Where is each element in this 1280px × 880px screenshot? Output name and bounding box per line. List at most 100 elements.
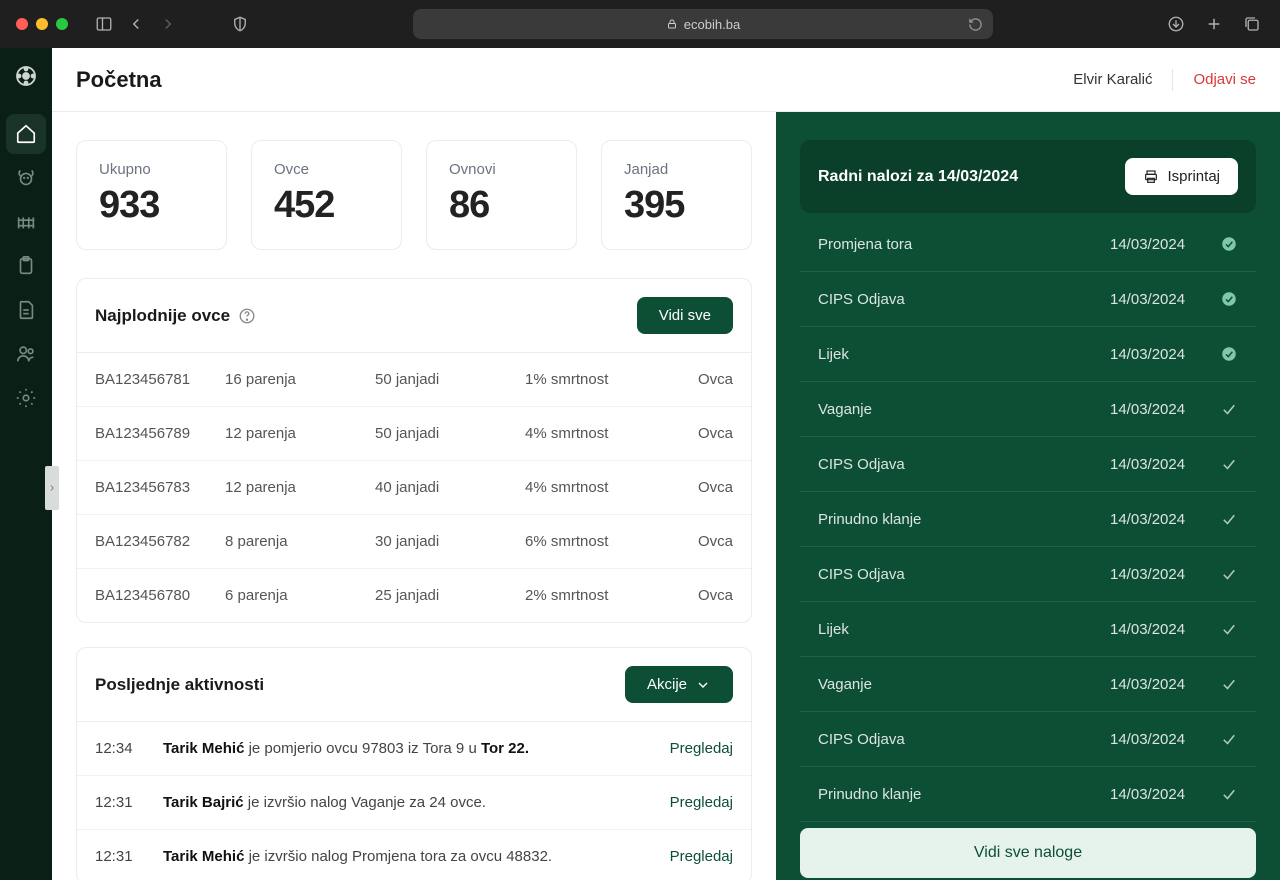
activity-row: 12:34 Tarik Mehić je pomjerio ovcu 97803… [77,722,751,776]
order-date: 14/03/2024 [1110,511,1220,528]
help-icon[interactable] [238,307,256,325]
order-row[interactable]: CIPS Odjava 14/03/2024 [800,712,1256,767]
order-date: 14/03/2024 [1110,731,1220,748]
logout-link[interactable]: Odjavi se [1193,71,1256,88]
print-button[interactable]: Isprintaj [1125,158,1238,195]
url-text: ecobih.ba [684,17,740,32]
order-date: 14/03/2024 [1110,236,1220,253]
orders-title: Radni nalozi za 14/03/2024 [818,168,1018,186]
nav-forward-icon[interactable] [156,12,180,36]
sidebar-item-animals[interactable] [6,158,46,198]
mortality-cell: 1% smrtnost [525,371,675,388]
table-row[interactable]: BA123456780 6 parenja 25 janjadi 2% smrt… [77,569,751,622]
stat-value: 933 [99,184,204,227]
stat-card: Janjad 395 [601,140,752,250]
printer-icon [1143,169,1159,185]
status-pending-icon [1220,510,1238,528]
nav-back-icon[interactable] [124,12,148,36]
sidebar-expand-handle[interactable] [45,466,59,510]
order-row[interactable]: Lijek 14/03/2024 [800,327,1256,382]
table-row[interactable]: BA123456782 8 parenja 30 janjadi 6% smrt… [77,515,751,569]
window-close-icon[interactable] [16,18,28,30]
matings-cell: 8 parenja [225,533,375,550]
order-date: 14/03/2024 [1110,456,1220,473]
url-bar[interactable]: ecobih.ba [413,9,993,39]
order-task: Prinudno klanje [818,511,1110,528]
order-task: Promjena tora [818,236,1110,253]
mortality-cell: 4% smrtnost [525,425,675,442]
sidebar-item-reports[interactable] [6,290,46,330]
order-row[interactable]: Vaganje 14/03/2024 [800,382,1256,437]
activity-row: 12:31 Tarik Bajrić je izvršio nalog Vaga… [77,776,751,830]
order-date: 14/03/2024 [1110,676,1220,693]
new-tab-icon[interactable] [1202,12,1226,36]
stat-value: 395 [624,184,729,227]
matings-cell: 16 parenja [225,371,375,388]
actions-label: Akcije [647,676,687,693]
table-row[interactable]: BA123456789 12 parenja 50 janjadi 4% smr… [77,407,751,461]
actions-button[interactable]: Akcije [625,666,733,703]
view-link[interactable]: Pregledaj [670,740,733,757]
order-row[interactable]: Lijek 14/03/2024 [800,602,1256,657]
order-task: Prinudno klanje [818,786,1110,803]
status-pending-icon [1220,730,1238,748]
order-task: CIPS Odjava [818,456,1110,473]
tab-overview-icon[interactable] [1240,12,1264,36]
see-all-button[interactable]: Vidi sve [637,297,733,334]
app-logo-icon[interactable] [12,62,40,90]
sidebar-item-home[interactable] [6,114,46,154]
activity-time: 12:31 [95,794,163,811]
order-row[interactable]: Vaganje 14/03/2024 [800,657,1256,712]
sidebar-item-orders[interactable] [6,246,46,286]
order-row[interactable]: Promjena tora 14/03/2024 [800,217,1256,272]
type-cell: Ovca [698,425,733,442]
order-row[interactable]: CIPS Odjava 14/03/2024 [800,547,1256,602]
view-link[interactable]: Pregledaj [670,848,733,865]
order-date: 14/03/2024 [1110,786,1220,803]
order-date: 14/03/2024 [1110,566,1220,583]
sidebar-toggle-icon[interactable] [92,12,116,36]
order-date: 14/03/2024 [1110,401,1220,418]
type-cell: Ovca [698,533,733,550]
order-row[interactable]: CIPS Odjava 14/03/2024 [800,272,1256,327]
order-task: Lijek [818,621,1110,638]
status-pending-icon [1220,785,1238,803]
activities-title: Posljednje aktivnosti [95,675,264,695]
status-pending-icon [1220,400,1238,418]
user-name: Elvir Karalić [1073,71,1152,88]
table-row[interactable]: BA123456783 12 parenja 40 janjadi 4% smr… [77,461,751,515]
view-link[interactable]: Pregledaj [670,794,733,811]
page-title: Početna [76,67,162,93]
order-row[interactable]: Prinudno klanje 14/03/2024 [800,492,1256,547]
status-done-icon [1220,345,1238,363]
animal-id: BA123456780 [95,587,225,604]
activity-desc: Tarik Mehić je pomjerio ovcu 97803 iz To… [163,740,670,757]
activity-row: 12:31 Tarik Mehić je izvršio nalog Promj… [77,830,751,880]
order-task: CIPS Odjava [818,566,1110,583]
sidebar-item-pens[interactable] [6,202,46,242]
order-row[interactable]: CIPS Odjava 14/03/2024 [800,437,1256,492]
browser-chrome: ecobih.ba [0,0,1280,48]
stat-card: Ovnovi 86 [426,140,577,250]
privacy-shield-icon[interactable] [228,12,252,36]
type-cell: Ovca [698,479,733,496]
sidebar-item-users[interactable] [6,334,46,374]
traffic-lights [16,18,68,30]
status-pending-icon [1220,620,1238,638]
downloads-icon[interactable] [1164,12,1188,36]
window-minimize-icon[interactable] [36,18,48,30]
order-task: Vaganje [818,676,1110,693]
table-row[interactable]: BA123456781 16 parenja 50 janjadi 1% smr… [77,353,751,407]
reload-icon[interactable] [968,17,983,32]
status-done-icon [1220,290,1238,308]
orders-header: Radni nalozi za 14/03/2024 Isprintaj [800,140,1256,213]
see-all-orders-button[interactable]: Vidi sve naloge [800,828,1256,878]
app-header: Početna Elvir Karalić Odjavi se [52,48,1280,112]
sidebar-item-settings[interactable] [6,378,46,418]
matings-cell: 12 parenja [225,425,375,442]
order-row[interactable]: Prinudno klanje 14/03/2024 [800,767,1256,822]
lock-icon [666,18,678,30]
matings-cell: 6 parenja [225,587,375,604]
window-zoom-icon[interactable] [56,18,68,30]
app-sidebar [0,48,52,880]
